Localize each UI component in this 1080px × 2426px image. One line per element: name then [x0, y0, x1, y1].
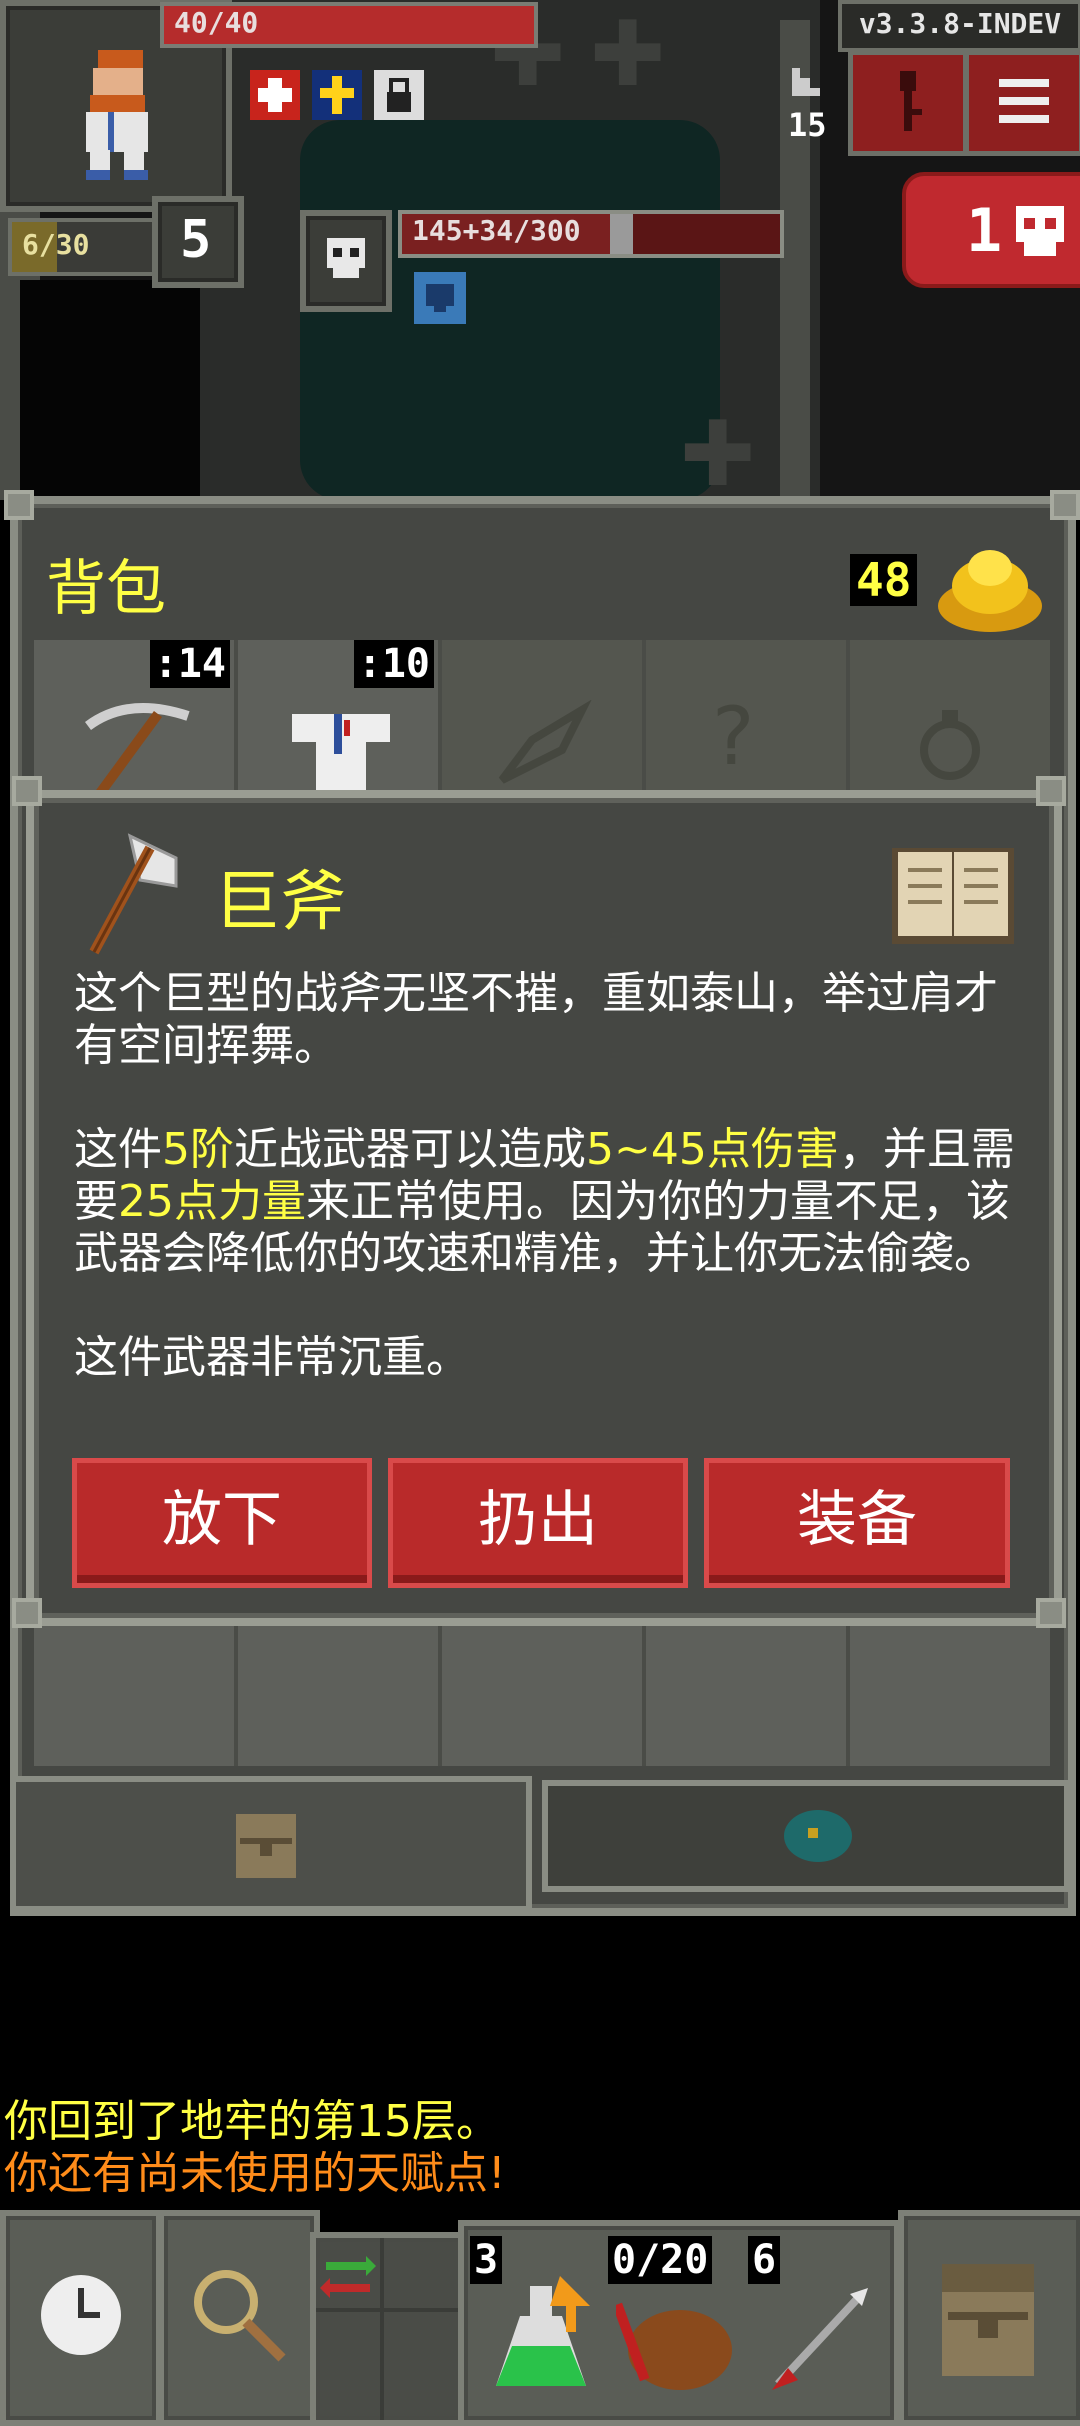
- ring-placeholder-icon: [920, 710, 980, 780]
- pouch-icon: [784, 1810, 852, 1862]
- armor-icon: [292, 714, 390, 800]
- version-label: v3.3.8-INDEV: [838, 0, 1080, 52]
- depth-text: 15: [788, 106, 827, 144]
- level-text: 5: [180, 210, 212, 270]
- bag-tab-pouch[interactable]: [542, 1780, 1070, 1892]
- item-stats-paragraph: 这件5阶近战武器可以造成5~45点伤害，并且需要25点力量来正常使用。因为你的力…: [74, 1124, 1015, 1279]
- potion-icon: [496, 2276, 590, 2386]
- danger-count: 1: [966, 196, 1003, 266]
- quickslot-darts[interactable]: 6: [748, 2236, 884, 2406]
- question-icon: ?: [712, 690, 755, 783]
- key-icon: [900, 71, 922, 131]
- wait-button[interactable]: [0, 2210, 162, 2426]
- inventory-slot[interactable]: [238, 1616, 442, 1766]
- item-damage: 5~45点伤害: [586, 1124, 839, 1175]
- hp-text: 40/40: [174, 6, 259, 39]
- item-quantity: :10: [353, 640, 434, 688]
- gold-count: 48: [850, 554, 918, 606]
- inventory-slot[interactable]: [646, 1616, 850, 1766]
- swap-icon: [320, 2256, 376, 2298]
- drop-button[interactable]: 放下: [72, 1458, 372, 1588]
- inventory-slot[interactable]: [442, 1616, 646, 1766]
- gold-pile-icon: [938, 550, 1042, 632]
- level-badge: 5: [152, 196, 244, 288]
- skull-icon: [327, 238, 365, 278]
- quickslot-quantity: 0/20: [608, 2236, 713, 2284]
- skull-icon: [1016, 206, 1064, 256]
- depth-indicator: 15: [782, 62, 842, 146]
- warrior-icon: [86, 50, 148, 180]
- dungeon-view[interactable]: ✚ ✚ ✚ 40/40 6/30 5 145+34/300 v3.3.8-IND…: [0, 0, 1080, 500]
- item-tier: 5阶: [162, 1124, 234, 1175]
- enemy-portrait[interactable]: [300, 210, 392, 312]
- inventory-slot-weapon-placeholder[interactable]: [442, 640, 646, 800]
- exp-text: 6/30: [22, 228, 90, 261]
- inventory-button[interactable]: [898, 2210, 1080, 2426]
- exp-bar: 6/30: [8, 218, 166, 276]
- hp-bar: 40/40: [160, 2, 538, 48]
- throw-button[interactable]: 扔出: [388, 1458, 688, 1588]
- quickslot-waterskin[interactable]: 0/20: [608, 2236, 744, 2406]
- equip-button[interactable]: 装备: [704, 1458, 1010, 1588]
- stairs-icon: [792, 68, 820, 96]
- quickslot-quantity: 6: [748, 2236, 781, 2284]
- inventory-slot-ring-placeholder[interactable]: [850, 640, 1050, 800]
- enemy-hp-text: 145+34/300: [412, 214, 581, 247]
- pickaxe-icon: [85, 703, 190, 796]
- menu-icon: [999, 79, 1049, 123]
- journal-button[interactable]: [848, 50, 968, 156]
- danger-indicator[interactable]: 1: [902, 172, 1080, 288]
- menu-button[interactable]: [964, 50, 1080, 156]
- waterskin-icon: [616, 2302, 732, 2390]
- weapon-placeholder-icon: [498, 700, 592, 784]
- clock-icon: [41, 2275, 121, 2355]
- greataxe-icon: [89, 833, 178, 955]
- item-description: 这个巨型的战斧无坚不摧，重如泰山，举过肩才有空间挥舞。 这件5阶近战武器可以造成…: [74, 968, 1034, 1384]
- grave-cross: ✚: [680, 402, 756, 500]
- grave-cross: ✚: [590, 2, 666, 107]
- item-info-window: 巨斧 这个巨型的战斧无坚不摧，重如泰山，举过肩才有空间挥舞。 这件5阶近战武器可…: [12, 776, 1066, 1628]
- backpack-icon: [236, 1814, 296, 1878]
- search-button[interactable]: [158, 2210, 320, 2426]
- item-quantity: :14: [149, 640, 230, 688]
- catalog-book-icon[interactable]: [888, 838, 1018, 948]
- inventory-slot-armor[interactable]: :10: [238, 640, 442, 800]
- backpack-icon: [942, 2264, 1034, 2376]
- inventory-slot-misc-placeholder[interactable]: ?: [646, 640, 850, 800]
- quickslot-swap-button[interactable]: [310, 2232, 472, 2426]
- inventory-slot[interactable]: [34, 1616, 238, 1766]
- magnifier-icon: [194, 2270, 286, 2362]
- item-description-paragraph: 这个巨型的战斧无坚不摧，重如泰山，举过肩才有空间挥舞。: [74, 968, 998, 1071]
- buff-icon-locked[interactable]: [374, 70, 424, 120]
- buff-icon-healing[interactable]: [250, 70, 300, 120]
- item-title: 巨斧: [214, 863, 346, 940]
- bag-tab-main[interactable]: [10, 1776, 532, 1912]
- inventory-slot[interactable]: [850, 1616, 1050, 1766]
- item-note-paragraph: 这件武器非常沉重。: [74, 1332, 470, 1383]
- dart-icon: [772, 2288, 868, 2390]
- backpack-title: 背包: [46, 554, 166, 624]
- enemy-buff-icon[interactable]: [414, 272, 466, 324]
- log-line: 你回到了地牢的第15层。: [4, 2096, 500, 2147]
- dungeon-pit: [20, 280, 200, 500]
- buff-icon-bless[interactable]: [312, 70, 362, 120]
- item-strength-req: 25点力量: [118, 1176, 306, 1227]
- quickslot-potion[interactable]: 3: [470, 2236, 606, 2406]
- inventory-slot-pickaxe[interactable]: :14: [34, 640, 238, 800]
- enemy-hp-bar: 145+34/300: [398, 210, 784, 258]
- log-line-warning: 你还有尚未使用的天赋点!: [4, 2148, 506, 2199]
